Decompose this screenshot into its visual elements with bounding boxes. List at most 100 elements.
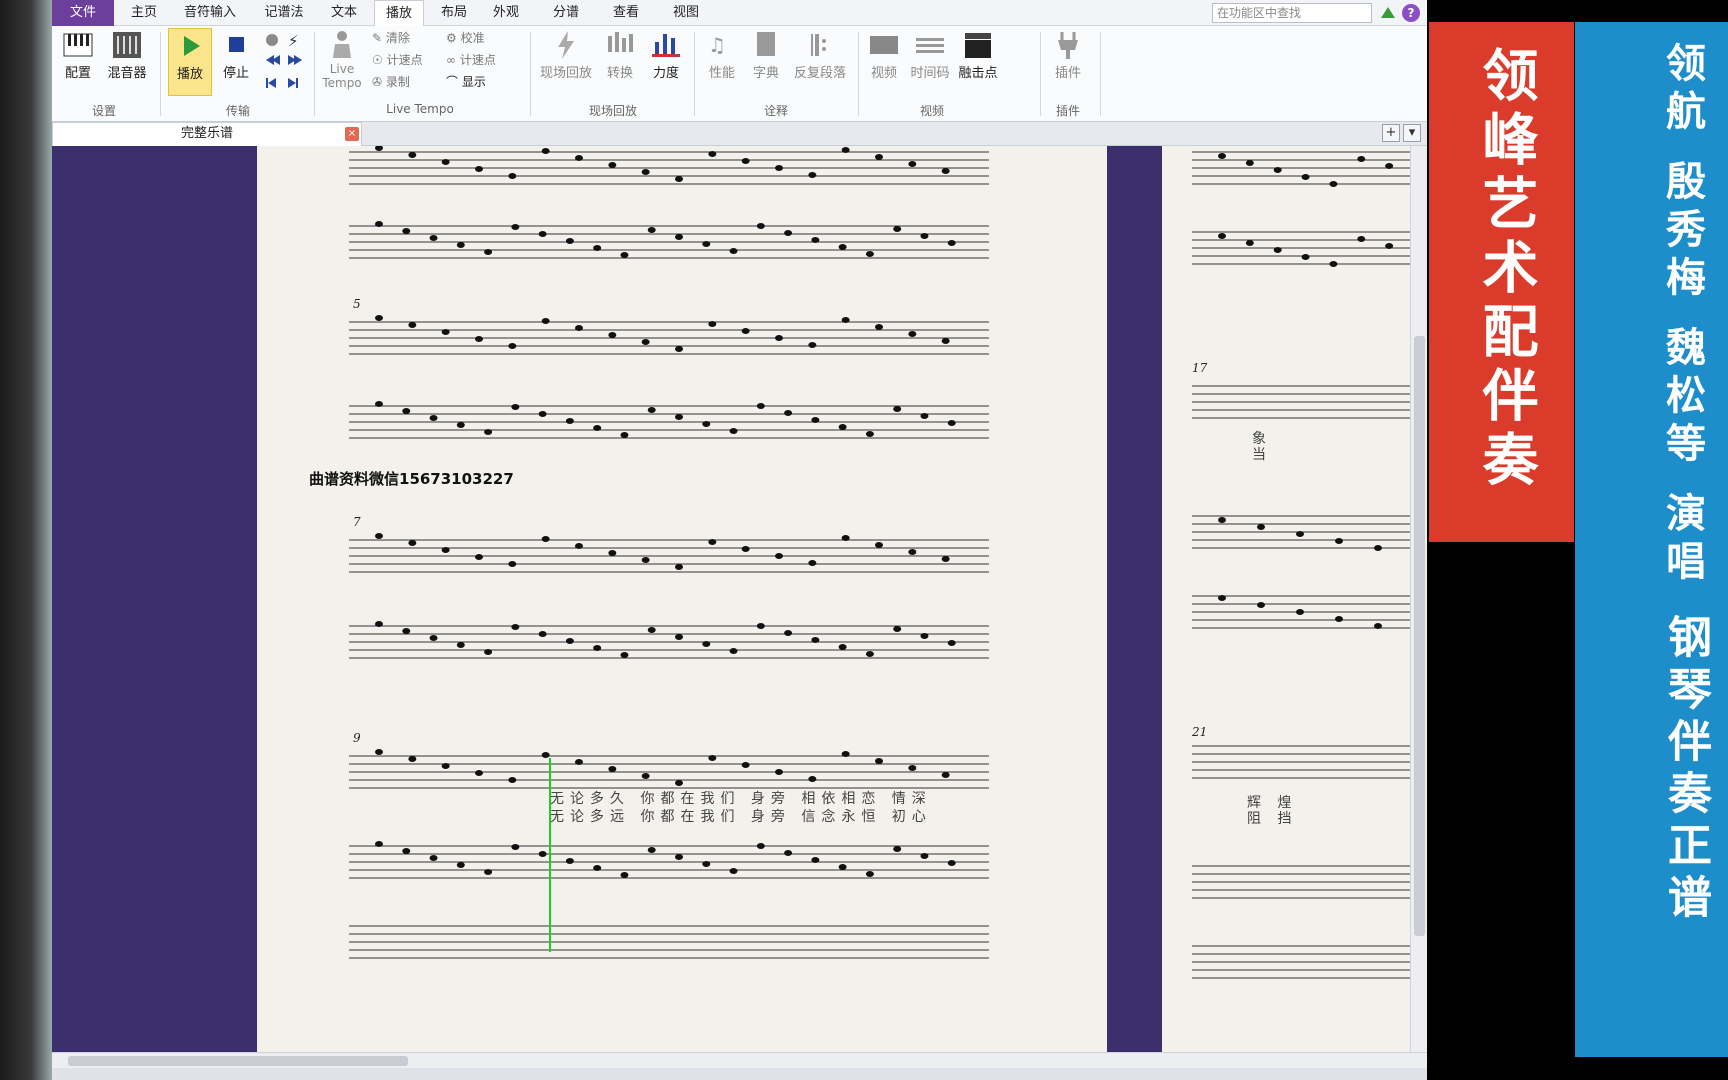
note-head (756, 623, 765, 629)
tap-point-button[interactable]: ☉ 计速点 (372, 50, 423, 70)
show-button[interactable]: ⌒ 显示 (446, 72, 486, 92)
group-label-transport: 传输 (225, 104, 250, 118)
config-button[interactable]: 配置 (56, 28, 100, 81)
performance-button[interactable]: ♫ 性能 (702, 28, 742, 81)
record-tempo-button[interactable]: ✇ 录制 (372, 72, 410, 92)
measure-number: 9 (353, 731, 361, 745)
promo-title: 领峰艺术配伴奏 (1473, 46, 1538, 494)
live-playback-button[interactable]: 现场回放 (538, 28, 594, 81)
note-head (875, 154, 883, 160)
close-icon[interactable]: × (345, 127, 359, 141)
tap-point-2-button[interactable]: ∞ 计速点 (446, 50, 496, 70)
stop-button[interactable]: 停止 (216, 28, 256, 81)
ribbon-search-input[interactable]: 在功能区中查找 (1212, 3, 1372, 23)
note-head (538, 231, 547, 237)
tab-note-input[interactable]: 音符输入 (174, 0, 246, 26)
clear-label: 清除 (385, 31, 410, 45)
staff-bass (349, 225, 989, 259)
note-head (947, 640, 956, 646)
note-head (865, 651, 874, 657)
note-head (375, 749, 383, 755)
group-label-live-tempo: Live Tempo (386, 102, 454, 116)
note-head (784, 850, 793, 856)
clear-button[interactable]: ✎ 清除 (372, 28, 410, 48)
note-head (1218, 517, 1226, 523)
score-page-1: 5 7 9 曲谱资料微信15673103227 无论多久 你都在我们 身旁 相依相恋… (257, 146, 1107, 1052)
timecode-button[interactable]: 时间码 (908, 28, 952, 81)
vertical-scrollbar[interactable] (1410, 146, 1427, 1052)
add-view-icon[interactable]: + (1382, 124, 1400, 142)
watermark-text: 曲谱资料微信15673103227 (309, 470, 514, 488)
tab-text[interactable]: 文本 (322, 0, 366, 26)
note-head (538, 411, 547, 417)
divider (694, 32, 695, 116)
horizontal-scroll-thumb[interactable] (68, 1056, 408, 1066)
note-head (941, 168, 950, 174)
horizontal-scrollbar[interactable] (52, 1052, 1427, 1068)
help-icon[interactable]: ? (1402, 4, 1420, 22)
note-head (841, 535, 850, 541)
note-head (538, 631, 547, 637)
plugin-button[interactable]: 插件 (1046, 28, 1090, 81)
swap-icon[interactable]: ⚡ (288, 32, 299, 50)
live-tempo-button[interactable]: Live Tempo (320, 28, 364, 90)
tab-file[interactable]: 文件 (52, 0, 114, 26)
dynamics-icon (652, 34, 680, 57)
note-head (675, 346, 683, 352)
dynamics-button[interactable]: 力度 (646, 28, 686, 81)
note-head (1218, 153, 1226, 159)
score-view[interactable]: 5 7 9 曲谱资料微信15673103227 无论多久 你都在我们 身旁 相依相恋… (52, 146, 1427, 1052)
note-head (1296, 531, 1304, 537)
tab-notations[interactable]: 记谱法 (254, 0, 314, 26)
note-head (893, 226, 902, 232)
note-head (875, 542, 883, 548)
note-head (456, 422, 465, 428)
menu-down-icon[interactable]: ▾ (1403, 124, 1421, 142)
divider (530, 32, 531, 116)
note-head (456, 642, 465, 648)
tab-play[interactable]: 播放 (374, 0, 424, 27)
vertical-scroll-thumb[interactable] (1414, 336, 1425, 936)
note-head (1245, 240, 1254, 246)
hitpoints-button[interactable]: 融击点 (956, 28, 1000, 81)
repeats-button[interactable]: 反复段落 (790, 28, 850, 81)
note-head (375, 221, 383, 227)
tab-layout[interactable]: 布局 (432, 0, 476, 26)
mixer-button[interactable]: 混音器 (102, 28, 152, 81)
staff-bass (349, 405, 989, 439)
note-head (647, 847, 656, 853)
transport-controls[interactable]: ⚡ (262, 30, 306, 94)
record-icon[interactable] (266, 34, 278, 46)
note-head (375, 315, 383, 321)
note-head (811, 857, 820, 863)
note-head (1329, 261, 1338, 267)
note-head (484, 869, 493, 875)
tab-home[interactable]: 主页 (122, 0, 166, 26)
tab-parts[interactable]: 分谱 (544, 0, 588, 26)
dictionary-button[interactable]: 字典 (746, 28, 786, 81)
note-head (441, 547, 450, 553)
note-head (647, 227, 656, 233)
note-head (475, 336, 483, 342)
note-head (947, 240, 956, 246)
note-head (620, 252, 629, 258)
collapse-ribbon-icon[interactable] (1381, 7, 1395, 18)
goto-start-icon[interactable] (266, 78, 268, 88)
hitpoints-label: 融击点 (958, 66, 998, 81)
tab-review[interactable]: 查看 (604, 0, 648, 26)
note-head (838, 864, 847, 870)
note-head (647, 627, 656, 633)
video-button[interactable]: 视频 (864, 28, 904, 81)
goto-end-icon[interactable] (288, 78, 296, 88)
tab-view[interactable]: 视图 (664, 0, 708, 26)
promo-caption: 钢琴伴奏正谱 (1660, 614, 1711, 926)
tab-appearance[interactable]: 外观 (484, 0, 528, 26)
note-head (541, 318, 550, 324)
play-button[interactable]: 播放 (168, 28, 212, 96)
divider (858, 32, 859, 116)
document-tab[interactable]: 完整乐谱 × (52, 122, 362, 146)
group-label-video: 视频 (919, 104, 944, 118)
staff-treble (349, 151, 989, 185)
transform-button[interactable]: 转换 (600, 28, 640, 81)
calibrate-button[interactable]: ⚙ 校准 (446, 28, 485, 48)
